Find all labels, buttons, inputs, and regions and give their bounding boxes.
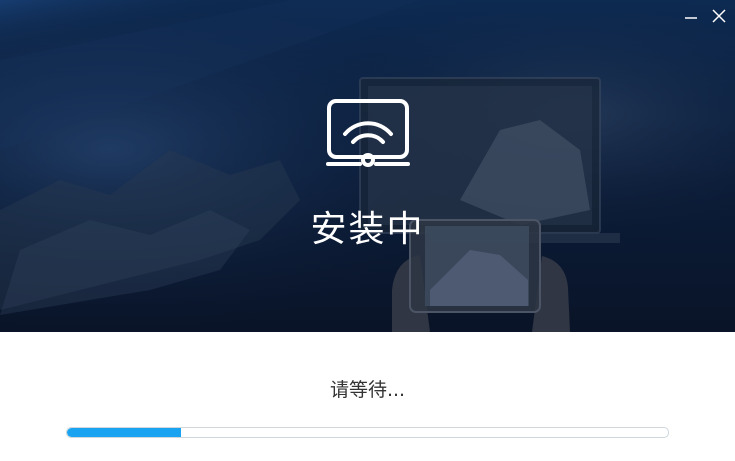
close-button[interactable] — [707, 6, 731, 26]
minimize-icon — [685, 17, 697, 19]
install-status-title: 安装中 — [310, 209, 425, 250]
close-icon — [712, 9, 726, 23]
install-progress-fill — [67, 428, 182, 437]
screen-cast-wifi-icon — [326, 99, 410, 167]
install-progress-bar — [66, 427, 669, 438]
hero-banner: 安装中 — [0, 0, 735, 332]
window-controls — [679, 6, 731, 26]
installer-window: 安装中 请等待... — [0, 0, 735, 461]
wait-message: 请等待... — [329, 379, 406, 401]
minimize-button[interactable] — [679, 6, 703, 26]
